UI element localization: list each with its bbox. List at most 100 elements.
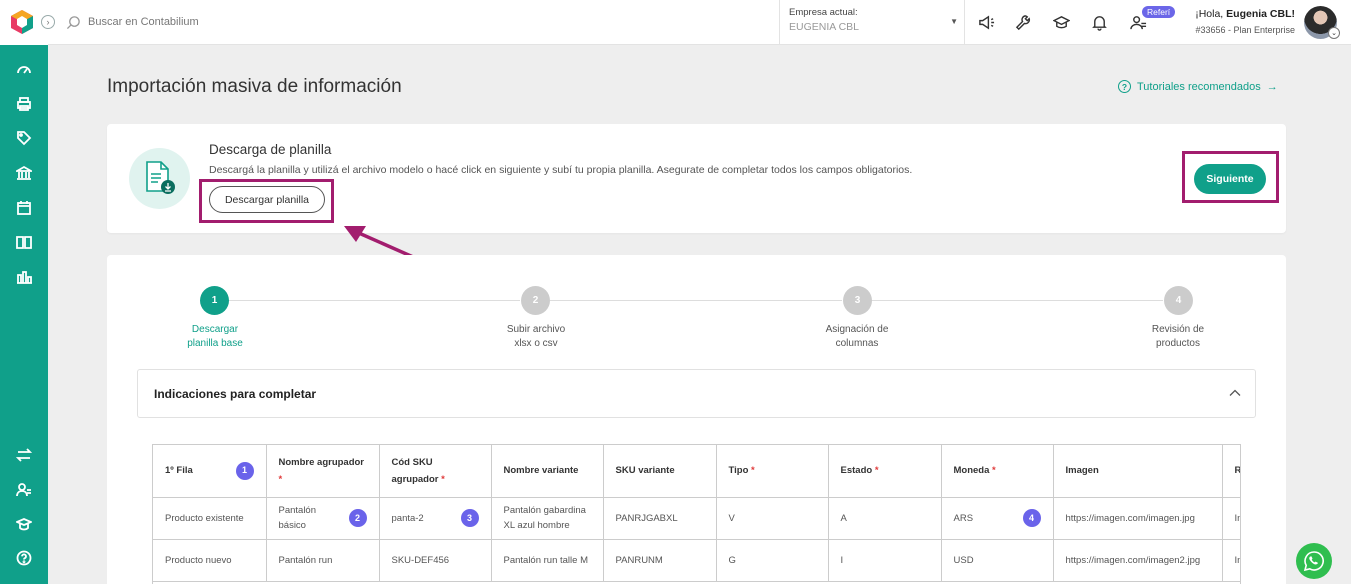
search-input[interactable]	[88, 13, 388, 31]
arrow-right-icon: →	[1266, 80, 1278, 93]
topbar: › Empresa actual: EUGENIA CBL ▼ Referí ¡…	[41, 0, 1351, 45]
table-cell: https://imagen.com/imagen2.jpg	[1053, 539, 1223, 582]
download-card-title: Descarga de planilla	[209, 142, 332, 157]
tutorials-label: Tutoriales recomendados	[1137, 80, 1261, 93]
step-connector	[228, 300, 520, 301]
step-4-label: Revisión de productos	[1151, 324, 1205, 349]
step-1-label: Descargar planilla base	[187, 324, 243, 349]
graduation-icon[interactable]	[15, 515, 33, 533]
step-3-circle: 3	[843, 286, 872, 315]
table-cell: Pantalón gabardina XL azul hombre	[491, 497, 604, 540]
plan-info: #33656 - Plan Enterprise	[1195, 25, 1295, 35]
step-4-circle: 4	[1164, 286, 1193, 315]
instructions-accordion[interactable]: Indicaciones para completar	[137, 369, 1256, 418]
column-header: Estado *	[828, 445, 942, 498]
step-badge: 3	[460, 509, 479, 527]
caret-down-icon: ▼	[950, 17, 958, 26]
required-mark: *	[278, 473, 283, 485]
spreadsheet-download-icon	[129, 148, 190, 209]
sidebar-toggle-button[interactable]: ›	[41, 15, 55, 29]
company-selector[interactable]: Empresa actual: EUGENIA CBL ▼	[779, 0, 965, 45]
column-header: Cód SKU agrupador *	[379, 445, 492, 498]
step-badge: 4	[1022, 509, 1041, 527]
dashboard-icon[interactable]	[15, 61, 33, 79]
table-cell: I	[828, 539, 942, 582]
book-icon[interactable]	[15, 233, 33, 251]
table-header-row: 1º Fila 1 Nombre agrupador * Cód SKU agru…	[153, 445, 1240, 498]
download-card-description: Descargá la planilla y utilizá el archiv…	[209, 164, 913, 176]
bar-chart-icon[interactable]	[15, 268, 33, 286]
accordion-title: Indicaciones para completar	[154, 387, 317, 401]
table-cell: PANRJGABXL	[603, 497, 717, 540]
step-2-circle: 2	[521, 286, 550, 315]
greeting-prefix: ¡Hola,	[1195, 8, 1227, 20]
table-cell: Pantalón básico 2	[266, 497, 380, 540]
transfer-icon[interactable]	[15, 446, 33, 464]
next-highlight-box	[1182, 151, 1279, 203]
contabilium-logo	[11, 10, 33, 34]
download-highlight-box	[199, 179, 334, 223]
step-connector	[550, 300, 842, 301]
chevron-down-icon[interactable]: ⌄	[1328, 27, 1340, 39]
table-cell: USD	[941, 539, 1054, 582]
printer-icon[interactable]	[15, 95, 33, 113]
step-3-label: Asignación de columnas	[825, 324, 889, 349]
page-title: Importación masiva de información	[107, 76, 402, 97]
wrench-icon[interactable]	[1013, 12, 1033, 32]
table-cell: Pantalón run	[266, 539, 380, 582]
column-header: 1º Fila 1	[153, 445, 267, 498]
example-table: 1º Fila 1 Nombre agrupador * Cód SKU agru…	[152, 444, 1241, 584]
chevron-right-icon: ›	[46, 17, 50, 27]
table-cell: V	[716, 497, 829, 540]
table-cell: G	[716, 539, 829, 582]
referi-badge[interactable]: Referí	[1142, 6, 1176, 18]
help-icon[interactable]	[15, 549, 33, 567]
required-mark: *	[992, 465, 996, 477]
column-header: Nombre variante	[491, 445, 604, 498]
search-icon	[66, 16, 80, 30]
bank-icon[interactable]	[15, 164, 33, 182]
table-cell: In h	[1222, 497, 1240, 540]
table-cell: https://imagen.com/imagen.jpg	[1053, 497, 1223, 540]
column-header: Nombre agrupador *	[266, 445, 380, 498]
table-cell: Pantalón run talle M	[491, 539, 604, 582]
table-row: Producto existente Pantalón básico 2 pant…	[153, 497, 1240, 540]
table-row: Producto nuevo Pantalón run SKU-DEF456 P…	[153, 539, 1240, 582]
users-icon[interactable]	[15, 481, 33, 499]
table-cell: In n	[1222, 539, 1240, 582]
step-badge: 1	[235, 461, 254, 480]
table-cell: PANRUNM	[603, 539, 717, 582]
question-icon: ?	[1118, 80, 1131, 93]
column-header: R	[1222, 445, 1240, 498]
chevron-up-icon[interactable]	[1229, 387, 1241, 399]
step-2-label: Subir archivo xlsx o csv	[506, 324, 566, 349]
calendar-icon[interactable]	[15, 199, 33, 217]
tag-icon[interactable]	[15, 129, 33, 147]
table-cell: Producto existente	[153, 497, 267, 540]
column-header: Moneda *	[941, 445, 1054, 498]
user-name: Eugenia CBL	[1226, 8, 1292, 20]
table-cell: Producto nuevo	[153, 539, 267, 582]
table-cell: A	[828, 497, 942, 540]
table-cell: panta-2 3	[379, 497, 492, 540]
whatsapp-icon[interactable]	[1296, 543, 1332, 579]
megaphone-icon[interactable]	[976, 12, 996, 32]
greeting-suffix: !	[1291, 8, 1296, 20]
company-value: EUGENIA CBL	[789, 21, 860, 33]
table-cell: ARS 4	[941, 497, 1054, 540]
step-connector	[871, 300, 1163, 301]
column-header: Tipo *	[716, 445, 829, 498]
company-label: Empresa actual:	[789, 7, 858, 18]
required-mark: *	[441, 473, 445, 485]
required-mark: *	[751, 465, 755, 477]
column-header: Imagen	[1053, 445, 1223, 498]
graduation-cap-icon[interactable]	[1051, 12, 1071, 32]
column-header: SKU variante	[603, 445, 717, 498]
tutorials-link[interactable]: ? Tutoriales recomendados →	[1118, 80, 1278, 93]
greeting: ¡Hola, Eugenia CBL!	[1195, 8, 1295, 20]
sidebar	[0, 0, 48, 584]
step-1-circle: 1	[200, 286, 229, 315]
bell-icon[interactable]	[1089, 12, 1109, 32]
table-cell: SKU-DEF456	[379, 539, 492, 582]
required-mark: *	[874, 465, 879, 477]
